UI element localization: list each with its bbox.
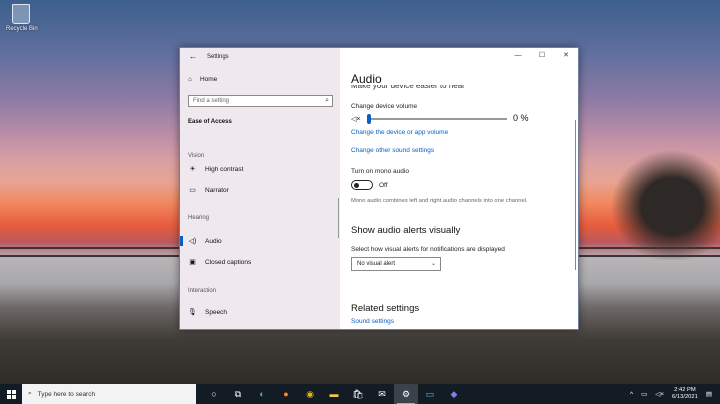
settings-content: — ☐ ✕ Audio Make your device easier to h… — [340, 48, 578, 329]
teams-icon[interactable]: ◆ — [442, 384, 466, 404]
volume-value: 0 % — [513, 113, 529, 123]
toggle-knob — [354, 182, 359, 188]
back-arrow-icon[interactable]: ← — [189, 52, 197, 61]
chevron-up-icon[interactable]: ^ — [630, 391, 633, 398]
speaker-muted-icon[interactable]: ◁× — [351, 115, 367, 123]
settings-window: ← Settings ⌂ Home Find a setting ⌕ Ease … — [179, 47, 579, 330]
file-explorer-icon[interactable]: ▬ — [322, 384, 346, 404]
nav-item-narrator[interactable]: ▭ Narrator — [188, 186, 229, 195]
cortana-icon[interactable]: ○ — [202, 384, 226, 404]
mail-icon[interactable]: ✉ — [370, 384, 394, 404]
find-setting-search[interactable]: Find a setting ⌕ — [188, 95, 333, 107]
home-icon: ⌂ — [188, 76, 192, 83]
firefox-icon[interactable]: ● — [274, 384, 298, 404]
nav-item-label: Closed captions — [205, 258, 252, 266]
nav-item-audio[interactable]: ◁) Audio — [180, 236, 222, 246]
scrolled-subheading: Make your device easier to hear — [351, 85, 465, 90]
network-icon[interactable]: ▭ — [641, 390, 647, 398]
nav-home[interactable]: ⌂ Home — [188, 76, 217, 83]
task-view-icon[interactable]: ⧉ — [226, 384, 250, 404]
windows-logo-icon — [6, 389, 16, 399]
nav-item-label: Narrator — [205, 186, 229, 194]
clock[interactable]: 2:42 PM 6/13/2021 — [672, 387, 698, 401]
nav-item-speech[interactable]: 🎙 Speech — [188, 308, 228, 317]
high-contrast-icon: ☀ — [189, 166, 196, 173]
maximize-button[interactable]: ☐ — [530, 48, 554, 64]
chevron-down-icon: ⌄ — [430, 261, 436, 267]
window-title-row: ← Settings — [189, 52, 229, 61]
nav-item-label: High contrast — [205, 165, 244, 173]
link-device-volume[interactable]: Change the device or app volume — [351, 129, 448, 136]
window-title: Settings — [207, 53, 229, 60]
mono-audio-note: Mono audio combines left and right audio… — [351, 198, 528, 204]
content-scrollbar[interactable] — [575, 120, 576, 270]
clock-time: 2:42 PM — [674, 387, 696, 393]
visual-alert-value: No visual alert — [357, 261, 396, 267]
store-icon[interactable]: 🛍 — [346, 384, 370, 404]
recycle-bin-icon — [12, 4, 30, 24]
mono-audio-toggle[interactable] — [351, 180, 373, 190]
taskbar-search-box[interactable]: ⌕ Type here to search — [22, 384, 196, 404]
section-title: Ease of Access — [188, 119, 232, 125]
taskbar: ⌕ Type here to search ○ ⧉ ◐ ● ◉ ▬ 🛍 ✉ ⚙ … — [0, 384, 720, 404]
settings-icon[interactable]: ⚙ — [394, 384, 418, 404]
sidebar-scrollbar[interactable] — [338, 198, 339, 238]
system-tray: ^ ▭ ◁× 2:42 PM 6/13/2021 ▤ — [630, 384, 720, 404]
volume-slider-thumb[interactable] — [367, 114, 371, 124]
volume-label: Change device volume — [351, 103, 418, 110]
link-other-sound-settings[interactable]: Change other sound settings — [351, 147, 434, 154]
window-controls: — ☐ ✕ — [506, 48, 578, 64]
nav-item-label: Speech — [205, 308, 228, 316]
related-settings-heading: Related settings — [351, 303, 420, 314]
volume-icon[interactable]: ◁× — [655, 390, 664, 398]
mono-audio-toggle-row: Off — [351, 180, 388, 190]
nav-item-high-contrast[interactable]: ☀ High contrast — [188, 165, 244, 174]
start-button[interactable] — [0, 384, 22, 404]
closed-captions-icon: ▣ — [189, 259, 196, 266]
close-button[interactable]: ✕ — [554, 48, 578, 64]
group-interaction-label: Interaction — [188, 288, 217, 294]
minimize-button[interactable]: — — [506, 48, 530, 64]
nav-item-label: Audio — [205, 237, 222, 245]
volume-slider[interactable] — [367, 114, 507, 124]
recycle-bin-desktop-icon[interactable]: Recycle Bin — [6, 4, 38, 32]
alerts-label: Select how visual alerts for notificatio… — [351, 246, 505, 253]
chrome-icon[interactable]: ◉ — [298, 384, 322, 404]
taskbar-search-placeholder: Type here to search — [37, 390, 96, 398]
notification-icon[interactable]: ▤ — [706, 390, 712, 398]
search-placeholder: Find a setting — [193, 98, 230, 104]
mono-audio-state: Off — [379, 181, 388, 189]
search-icon: ⌕ — [28, 390, 32, 397]
group-hearing-label: Hearing — [188, 215, 210, 221]
page-title: Audio — [351, 72, 382, 86]
mono-audio-label: Turn on mono audio — [351, 168, 409, 175]
audio-icon: ◁) — [188, 238, 197, 245]
settings-sidebar: ← Settings ⌂ Home Find a setting ⌕ Ease … — [180, 48, 340, 329]
app-icon[interactable]: ▭ — [418, 384, 442, 404]
nav-item-closed-captions[interactable]: ▣ Closed captions — [188, 258, 252, 267]
search-icon: ⌕ — [325, 97, 329, 104]
recycle-bin-label: Recycle Bin — [6, 26, 38, 32]
tree-silhouette — [600, 140, 720, 260]
visual-alert-dropdown[interactable]: No visual alert ⌄ — [351, 257, 441, 271]
microphone-icon: 🎙 — [188, 309, 197, 316]
taskbar-pinned-apps: ○ ⧉ ◐ ● ◉ ▬ 🛍 ✉ ⚙ ▭ ◆ — [202, 384, 466, 404]
nav-home-label: Home — [199, 76, 218, 83]
volume-control: ◁× — [351, 114, 536, 124]
group-vision-label: Vision — [188, 153, 205, 159]
edge-icon[interactable]: ◐ — [250, 384, 274, 404]
alerts-heading: Show audio alerts visually — [351, 225, 461, 236]
clock-date: 6/13/2021 — [672, 394, 698, 400]
link-sound-settings[interactable]: Sound settings — [351, 318, 394, 325]
narrator-icon: ▭ — [189, 187, 196, 194]
